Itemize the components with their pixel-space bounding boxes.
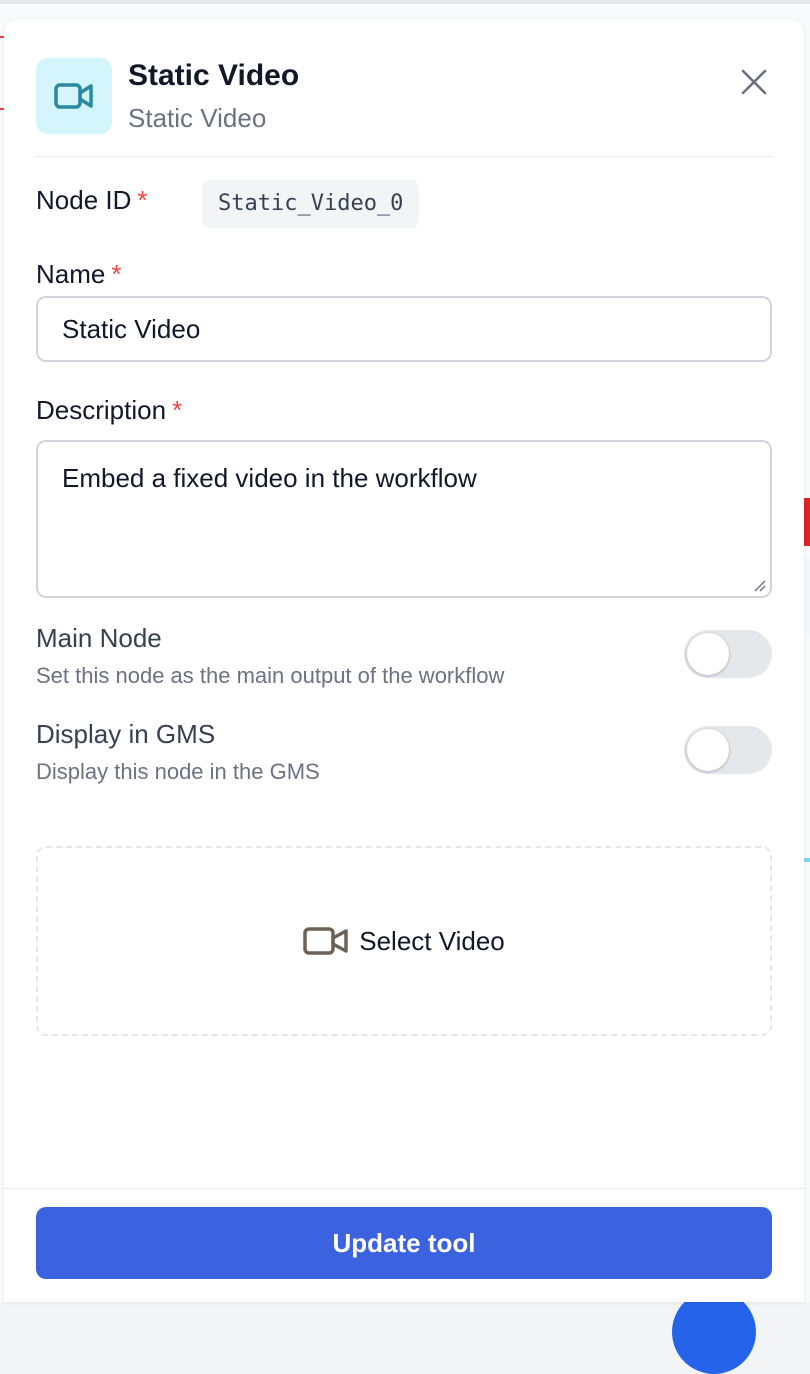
display-gms-toggle[interactable]	[684, 726, 772, 774]
required-asterisk: *	[137, 185, 148, 215]
select-video-button[interactable]: Select Video	[303, 926, 505, 957]
node-id-label: Node ID *	[36, 185, 148, 215]
video-camera-icon	[36, 58, 112, 134]
toggle-knob	[687, 729, 729, 771]
select-video-dropzone[interactable]: Select Video	[36, 846, 772, 1036]
display-gms-title: Display in GMS	[36, 719, 216, 749]
name-input[interactable]: Static Video	[36, 296, 772, 362]
update-tool-button[interactable]: Update tool	[36, 1207, 772, 1279]
close-icon	[741, 69, 767, 95]
close-button[interactable]	[736, 64, 772, 100]
panel-header: Static Video Static Video	[36, 58, 772, 157]
toggle-knob	[687, 633, 729, 675]
main-node-toggle[interactable]	[684, 630, 772, 678]
video-camera-icon	[303, 927, 348, 955]
description-textarea[interactable]: Embed a fixed video in the workflow	[36, 440, 772, 598]
main-node-description: Set this node as the main output of the …	[36, 663, 505, 688]
background-top-border	[0, 0, 810, 4]
resize-grip-icon[interactable]	[752, 578, 766, 592]
name-label: Name *	[36, 259, 122, 289]
panel-footer: Update tool	[4, 1188, 804, 1303]
panel-title: Static Video	[128, 59, 300, 92]
description-label: Description *	[36, 395, 183, 425]
node-settings-panel: Static Video Static Video Node ID * Stati…	[4, 20, 804, 1302]
main-node-title: Main Node	[36, 623, 162, 653]
required-asterisk: *	[111, 259, 122, 289]
panel-subtitle: Static Video	[128, 103, 267, 133]
display-gms-description: Display this node in the GMS	[36, 759, 320, 784]
required-asterisk: *	[172, 395, 183, 425]
description-text: Embed a fixed video in the workflow	[62, 463, 477, 493]
select-video-label: Select Video	[359, 925, 505, 956]
node-id-value: Static_Video_0	[202, 180, 420, 228]
